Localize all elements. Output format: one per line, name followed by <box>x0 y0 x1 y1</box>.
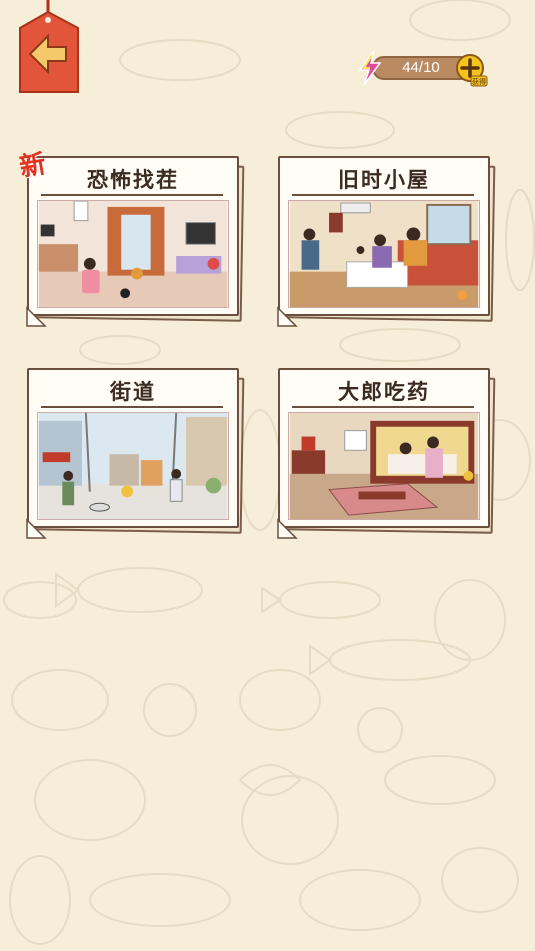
page-curl <box>26 518 47 539</box>
plus-sub-label: 获得 <box>472 77 486 86</box>
level-card-old-house[interactable]: 旧时小屋 <box>277 156 496 327</box>
level-card-street[interactable]: 街道 <box>26 368 245 539</box>
title-divider <box>41 406 223 408</box>
back-button[interactable] <box>18 0 80 100</box>
level-card-bedroom[interactable]: 大郎吃药 <box>277 368 496 539</box>
level-title: 大郎吃药 <box>338 379 430 404</box>
add-energy-button[interactable]: 获得 <box>454 53 488 87</box>
old-house-scene <box>288 200 480 308</box>
page-curl <box>277 518 298 539</box>
title-divider <box>292 406 474 408</box>
street-scene <box>37 412 229 520</box>
title-divider <box>41 194 223 196</box>
level-card-horror[interactable]: 恐怖找茬 新 <box>17 149 245 327</box>
level-title: 街道 <box>110 379 156 404</box>
lightning-icon <box>358 50 382 86</box>
energy-value: 44/10 <box>402 59 440 76</box>
title-divider <box>292 194 474 196</box>
page-curl <box>277 306 298 327</box>
new-badge: 新 <box>17 149 49 184</box>
energy-counter: 44/10 获得 <box>356 50 490 87</box>
bedroom-scene <box>288 412 480 520</box>
page-curl <box>26 306 47 327</box>
level-title: 旧时小屋 <box>338 167 430 192</box>
girl-room-scene <box>37 200 229 308</box>
